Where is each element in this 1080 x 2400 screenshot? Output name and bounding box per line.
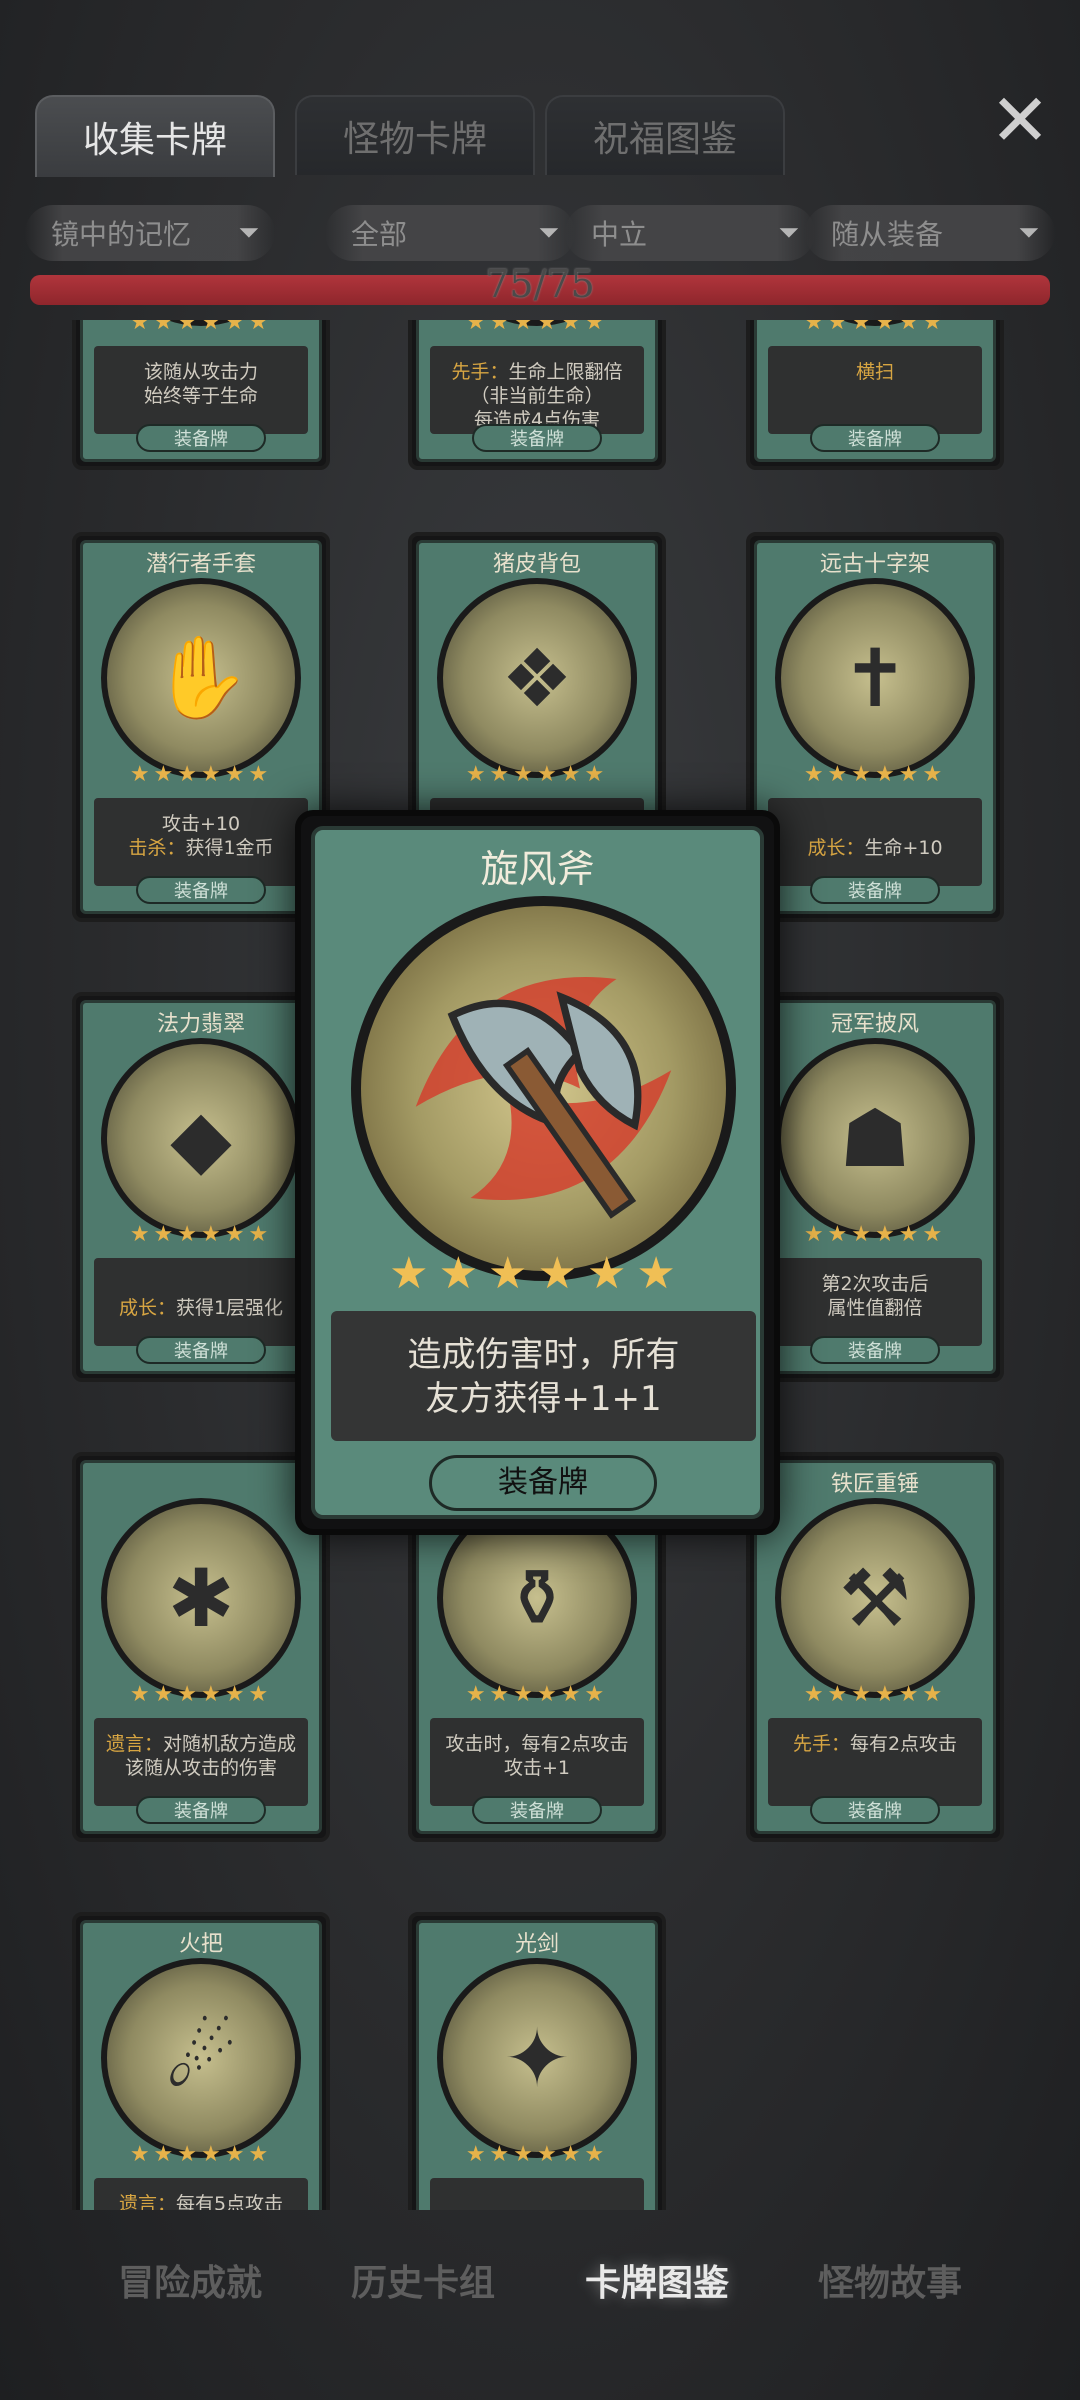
light-sword-icon: ✦ bbox=[437, 1958, 637, 2158]
tab-label: 祝福图鉴 bbox=[592, 119, 737, 160]
card-spider[interactable]: ✱ ★★★★★★ 遗言：对随机敌方造成 该随从攻击的伤害 装备牌 bbox=[72, 1452, 330, 1842]
equipment-card-badge: 装备牌 bbox=[136, 876, 266, 904]
collection-progress-text: 75/75 bbox=[485, 262, 595, 306]
card-title: 铁匠重锤 bbox=[830, 1472, 919, 1497]
tab-label: 怪物卡牌 bbox=[342, 119, 487, 160]
equipment-card-badge: 装备牌 bbox=[810, 424, 940, 452]
star-rating: ★★★★★★ bbox=[129, 2142, 273, 2167]
card-description: 攻击时，每有2点攻击 攻击+1 bbox=[430, 1718, 644, 1806]
nav-adventure-achievements[interactable]: 冒险成就 bbox=[75, 2235, 305, 2325]
star-rating: ★★★★★★ bbox=[129, 320, 273, 335]
card-description: 造成伤害时，所有 友方获得+1+1 bbox=[331, 1311, 756, 1441]
card-description: 遗言：每有5点攻击 bbox=[94, 2178, 308, 2210]
equipment-card-badge: 装备牌 bbox=[136, 1336, 266, 1364]
card-title: 远古十字架 bbox=[819, 552, 930, 577]
card-description: 成长：获得1层强化 bbox=[94, 1258, 308, 1346]
backpack-icon: ❖ bbox=[437, 578, 637, 778]
equipment-card-badge: 装备牌 bbox=[810, 876, 940, 904]
card-description: 横扫 bbox=[768, 346, 982, 434]
card-torch[interactable]: 火把☄★★★★★★遗言：每有5点攻击装备牌 bbox=[72, 1912, 330, 2210]
filter-label: 中立 bbox=[591, 218, 648, 251]
card-cloak[interactable]: 冠军披风 ☗ ★★★★★★ 第2次攻击后 属性值翻倍 装备牌 bbox=[746, 992, 1004, 1382]
equipment-card-badge: 装备牌 bbox=[472, 1796, 602, 1824]
filter-label: 随从装备 bbox=[831, 218, 944, 251]
cross-icon: ✝ bbox=[775, 578, 975, 778]
nav-history-decks[interactable]: 历史卡组 bbox=[308, 2235, 538, 2325]
axe-icon bbox=[351, 896, 736, 1281]
filter-all[interactable]: 全部 ⏷ bbox=[325, 205, 575, 261]
card-description: 先手：每有2点攻击 bbox=[768, 1718, 982, 1806]
star-rating: ★★★★★★ bbox=[129, 1222, 273, 1247]
card-description-line: 友方获得+1+1 bbox=[425, 1379, 662, 1419]
card-title: 法力翡翠 bbox=[156, 1012, 245, 1037]
cloak-icon: ☗ bbox=[775, 1038, 975, 1238]
category-tabs: 收集卡牌 怪物卡牌 祝福图鉴 bbox=[35, 95, 815, 177]
tab-monster-cards[interactable]: 怪物卡牌 bbox=[295, 95, 535, 175]
star-rating: ★★★★★★ bbox=[465, 1682, 609, 1707]
funnel-icon: ⏷ bbox=[538, 217, 559, 248]
axe-art bbox=[415, 976, 672, 1219]
card-description bbox=[430, 2178, 644, 2210]
card-hammer[interactable]: 铁匠重锤 ⚒ ★★★★★★ 先手：每有2点攻击 装备牌 bbox=[746, 1452, 1004, 1842]
star-rating: ★★★★★★ bbox=[129, 1682, 273, 1707]
tab-blessing-codex[interactable]: 祝福图鉴 bbox=[545, 95, 785, 175]
card-description: 成长：生命+10 bbox=[768, 798, 982, 886]
tab-collect-cards[interactable]: 收集卡牌 bbox=[35, 95, 275, 177]
card-description: 该随从攻击力 始终等于生命 bbox=[94, 346, 308, 434]
bottom-nav: 冒险成就 历史卡组 卡牌图鉴 怪物故事 bbox=[0, 2235, 1080, 2325]
tab-label: 收集卡牌 bbox=[82, 120, 227, 161]
card-title: 猪皮背包 bbox=[492, 552, 581, 577]
filter-label: 镜中的记忆 bbox=[51, 218, 192, 251]
equipment-card-badge: 装备牌 bbox=[810, 1336, 940, 1364]
filter-neutral[interactable]: 中立 ⏷ bbox=[565, 205, 815, 261]
card-description: 先手：生命上限翻倍（非当前生命）每造成4点伤害恢复1点生命 bbox=[430, 346, 644, 455]
card-sweep[interactable]: ↻★★★★★★横扫装备牌 bbox=[746, 320, 1004, 470]
star-rating: ★★★★★★ bbox=[803, 1682, 947, 1707]
star-rating: ★★★★★★ bbox=[803, 762, 947, 787]
card-glove[interactable]: 潜行者手套 ✋ ★★★★★★ 攻击+10 击杀：获得1金币 装备牌 bbox=[72, 532, 330, 922]
funnel-icon: ⏷ bbox=[1018, 217, 1039, 248]
equipment-card-badge: 装备牌 bbox=[810, 1796, 940, 1824]
card-detail-popup[interactable]: 旋风斧 ★★★★★★ 造成伤害时，所有 友方获得+1+1 装备牌 bbox=[295, 810, 780, 1535]
glove-icon: ✋ bbox=[101, 578, 301, 778]
star-rating: ★★★★★★ bbox=[465, 2142, 609, 2167]
card-light-sword[interactable]: 光剑✦★★★★★★装备牌 bbox=[408, 1912, 666, 2210]
card-heart[interactable]: ♥★★★★★★先手：生命上限翻倍（非当前生命）每造成4点伤害恢复1点生命装备牌 bbox=[408, 320, 666, 470]
star-rating: ★★★★★★ bbox=[465, 320, 609, 335]
equipment-card-badge: 装备牌 bbox=[429, 1455, 657, 1511]
star-rating: ★★★★★★ bbox=[465, 762, 609, 787]
hammer-icon: ⚒ bbox=[775, 1498, 975, 1698]
card-sword[interactable]: ⚔★★★★★★该随从攻击力始终等于生命装备牌 bbox=[72, 320, 330, 470]
nav-card-codex[interactable]: 卡牌图鉴 bbox=[542, 2235, 772, 2325]
star-rating: ★★★★★★ bbox=[129, 762, 273, 787]
equipment-card-badge: 装备牌 bbox=[136, 1796, 266, 1824]
card-description: 遗言：对随机敌方造成 该随从攻击的伤害 bbox=[94, 1718, 308, 1806]
card-title: 冠军披风 bbox=[830, 1012, 919, 1037]
card-title: 潜行者手套 bbox=[145, 552, 256, 577]
torch-icon: ☄ bbox=[101, 1958, 301, 2158]
star-rating: ★★★★★★ bbox=[389, 1248, 686, 1299]
card-cross[interactable]: 远古十字架 ✝ ★★★★★★ 成长：生命+10 装备牌 bbox=[746, 532, 1004, 922]
funnel-icon: ⏷ bbox=[778, 217, 799, 248]
filter-bar: 镜中的记忆 ⏷ 全部 ⏷ 中立 ⏷ 随从装备 ⏷ bbox=[25, 205, 1055, 261]
card-title: 旋风斧 bbox=[480, 847, 595, 891]
equipment-card-badge: 装备牌 bbox=[136, 424, 266, 452]
card-description: 攻击+10 击杀：获得1金币 bbox=[94, 798, 308, 886]
card-title: 火把 bbox=[178, 1932, 223, 1957]
card-title: 光剑 bbox=[514, 1932, 559, 1957]
funnel-icon: ⏷ bbox=[238, 217, 259, 248]
card-description-line: 造成伤害时，所有 bbox=[407, 1335, 680, 1375]
filter-minion-equipment[interactable]: 随从装备 ⏷ bbox=[805, 205, 1055, 261]
star-rating: ★★★★★★ bbox=[803, 1222, 947, 1247]
nav-monster-stories[interactable]: 怪物故事 bbox=[775, 2235, 1005, 2325]
star-rating: ★★★★★★ bbox=[803, 320, 947, 335]
close-icon[interactable]: ✕ bbox=[985, 84, 1055, 156]
equipment-card-badge: 装备牌 bbox=[472, 424, 602, 452]
card-emerald[interactable]: 法力翡翠 ◆ ★★★★★★ 成长：获得1层强化 装备牌 bbox=[72, 992, 330, 1382]
card-description: 第2次攻击后 属性值翻倍 bbox=[768, 1258, 982, 1346]
filter-mirror-memory[interactable]: 镜中的记忆 ⏷ bbox=[25, 205, 275, 261]
emerald-icon: ◆ bbox=[101, 1038, 301, 1238]
filter-label: 全部 bbox=[351, 218, 408, 251]
spider-icon: ✱ bbox=[101, 1498, 301, 1698]
